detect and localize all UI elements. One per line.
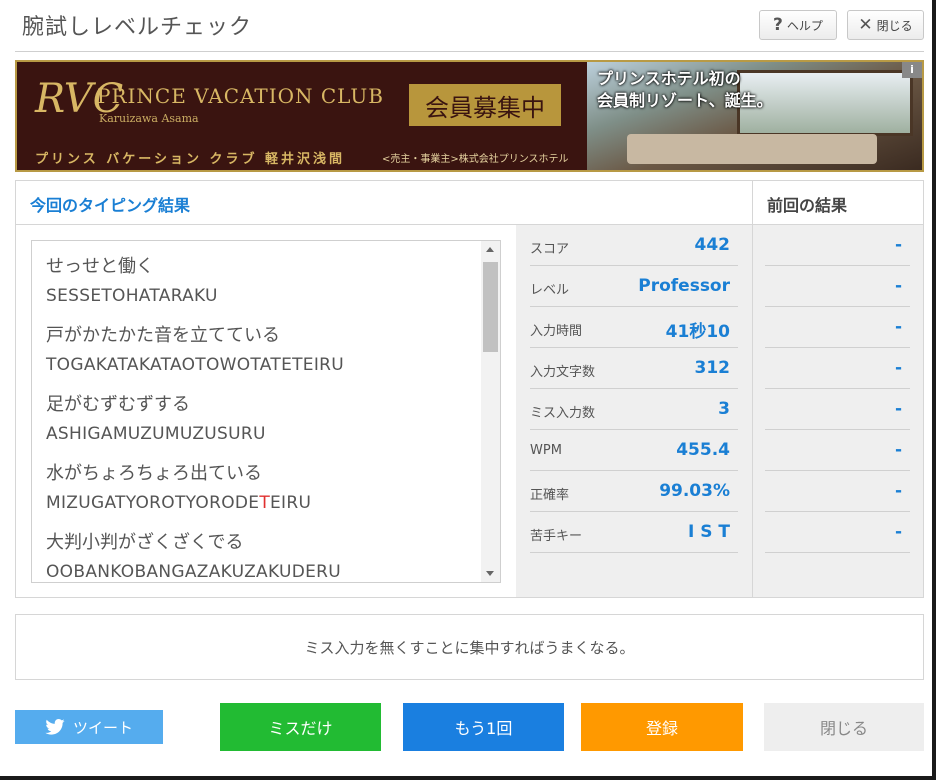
phrase-item: 大判小判がざくざくでる OOBANKOBANGAZAKUZAKUDERU — [32, 528, 500, 582]
ad-info-icon[interactable]: i — [902, 62, 922, 78]
phrase-jp: せっせと働く — [46, 256, 154, 277]
help-button[interactable]: ? ヘルプ — [759, 10, 837, 40]
prev-stat-value: - — [894, 317, 902, 337]
current-stats: スコア 442 レベル Professor 入力時間 41秒10 入力文字数 312 ミ… — [516, 225, 752, 597]
stat-label: 正確率 — [530, 488, 570, 503]
level-check-dialog: 腕試しレベルチェック ? ヘルプ ✕ 閉じる RVC PRINCE VACATI… — [0, 0, 932, 776]
previous-stats: - - - - - - - - — [752, 225, 923, 597]
ad-badge: 会員募集中 — [409, 84, 561, 126]
phrase-romaji: MIZUGATYOROTYORODETEIRU — [46, 489, 500, 517]
stat-label: 入力文字数 — [530, 365, 596, 380]
prev-stat-row: - — [765, 389, 910, 430]
ad-location: Karuizawa Asama — [99, 112, 199, 125]
previous-results-header: 前回の結果 — [752, 181, 923, 225]
phrase-romaji: SESSETOHATARAKU — [46, 286, 218, 306]
phrase-item: 足がむずむずする ASHIGAMUZUMUZUSURU — [32, 390, 500, 448]
prev-stat-row: - — [765, 307, 910, 348]
ad-jp-name: プリンス バケーション クラブ 軽井沢浅間 — [35, 152, 346, 167]
text-scrollbar[interactable] — [481, 241, 500, 582]
romaji-part: EIRU — [270, 493, 312, 513]
stat-value: 41秒10 — [665, 322, 730, 342]
phrase-romaji: TOGAKATAKATAOTOWOTATETEIRU — [46, 355, 345, 375]
scroll-up-icon[interactable] — [486, 247, 494, 252]
twitter-bird-icon — [45, 719, 65, 735]
phrase-item: 戸がかたかた音を立てている TOGAKATAKATAOTOWOTATETEIRU — [32, 321, 500, 379]
prev-stat-value: - — [894, 522, 902, 542]
stat-label: ミス入力数 — [530, 406, 596, 421]
ad-photo-sofa — [627, 134, 877, 164]
stat-row: スコア 442 — [530, 225, 738, 266]
phrase-jp: 足がむずむずする — [46, 394, 190, 415]
stat-row: WPM 455.4 — [530, 430, 738, 471]
close-icon: ✕ — [858, 15, 873, 35]
stat-label: 苦手キー — [530, 529, 583, 544]
stat-label: 入力時間 — [530, 324, 583, 339]
prev-stat-value: - — [894, 358, 902, 378]
phrase-jp: 戸がかたかた音を立てている — [46, 325, 280, 346]
stat-row: 入力時間 41秒10 — [530, 307, 738, 348]
prev-stat-value: - — [894, 481, 902, 501]
prev-stat-row: - — [765, 225, 910, 266]
miss-char: T — [259, 493, 270, 513]
romaji-part: MIZUGATYOROTYORODE — [46, 493, 260, 513]
phrase-item: 水がちょろちょろ出ている MIZUGATYOROTYORODETEIRU — [32, 459, 500, 517]
stat-label: スコア — [530, 242, 570, 257]
stat-row: 正確率 99.03% — [530, 471, 738, 512]
prev-stat-row: - — [765, 266, 910, 307]
stat-value: 455.4 — [676, 440, 730, 460]
phrase-romaji: ASHIGAMUZUMUZUSURU — [46, 424, 266, 444]
tweet-label: ツイート — [72, 718, 133, 737]
ad-company: <売主・事業主>株式会社プリンスホテル — [382, 154, 569, 165]
title-divider — [15, 51, 924, 52]
phrase-jp: 水がちょろちょろ出ている — [46, 463, 262, 484]
ad-catch-line1: プリンスホテル初の — [597, 69, 741, 88]
help-label: ヘルプ — [786, 18, 823, 33]
stat-label: WPM — [530, 443, 562, 458]
close-top-button[interactable]: ✕ 閉じる — [847, 10, 924, 40]
dialog-title: 腕試しレベルチェック — [22, 15, 253, 40]
stat-value: 312 — [694, 358, 731, 378]
stat-label: レベル — [530, 283, 570, 298]
previous-results-title: 前回の結果 — [767, 196, 848, 215]
stat-value: I S T — [687, 522, 730, 542]
ad-club-name: PRINCE VACATION CLUB — [97, 84, 384, 108]
current-results-header: 今回のタイピング結果 — [16, 181, 752, 225]
tweet-button[interactable]: ツイート — [15, 710, 163, 744]
prev-stat-row: - — [765, 512, 910, 553]
typed-text-box[interactable]: せっせと働く SESSETOHATARAKU 戸がかたかた音を立てている TOG… — [31, 240, 501, 583]
stat-value: 442 — [694, 235, 731, 255]
prev-stat-value: - — [894, 399, 902, 419]
prev-stat-value: - — [894, 276, 902, 296]
phrase-romaji: OOBANKOBANGAZAKUZAKUDERU — [46, 562, 341, 582]
close-top-label: 閉じる — [876, 18, 913, 33]
stat-value: 99.03% — [659, 481, 730, 501]
phrase-item: せっせと働く SESSETOHATARAKU — [32, 252, 500, 310]
prev-stat-row: - — [765, 471, 910, 512]
phrase-jp: 大判小判がざくざくでる — [46, 532, 244, 553]
question-icon: ? — [773, 15, 783, 35]
advice-message: ミス入力を無くすことに集中すればうまくなる。 — [15, 614, 924, 680]
ad-catchcopy: プリンスホテル初の 会員制リゾート、誕生。 — [597, 68, 773, 112]
ad-photo: プリンスホテル初の 会員制リゾート、誕生。 — [587, 62, 922, 170]
ad-catch-line2: 会員制リゾート、誕生。 — [597, 91, 773, 110]
prev-stat-row: - — [765, 430, 910, 471]
prev-stat-value: - — [894, 440, 902, 460]
prev-stat-value: - — [894, 235, 902, 255]
stat-value: Professor — [638, 276, 730, 296]
ad-banner[interactable]: RVC PRINCE VACATION CLUB Karuizawa Asama… — [15, 60, 924, 172]
register-button[interactable]: 登録 — [581, 703, 743, 751]
stat-row: 入力文字数 312 — [530, 348, 738, 389]
stat-value: 3 — [718, 399, 730, 419]
stat-row: 苦手キー I S T — [530, 512, 738, 553]
prev-stat-row: - — [765, 348, 910, 389]
stat-row: ミス入力数 3 — [530, 389, 738, 430]
scroll-down-icon[interactable] — [486, 571, 494, 576]
close-button[interactable]: 閉じる — [764, 703, 924, 751]
scroll-thumb[interactable] — [483, 262, 498, 352]
miss-only-button[interactable]: ミスだけ — [220, 703, 381, 751]
results-panel: 今回のタイピング結果 前回の結果 せっせと働く SESSETOHATARAKU … — [15, 180, 924, 598]
current-results-title: 今回のタイピング結果 — [30, 196, 191, 215]
retry-button[interactable]: もう1回 — [403, 703, 564, 751]
stat-row: レベル Professor — [530, 266, 738, 307]
